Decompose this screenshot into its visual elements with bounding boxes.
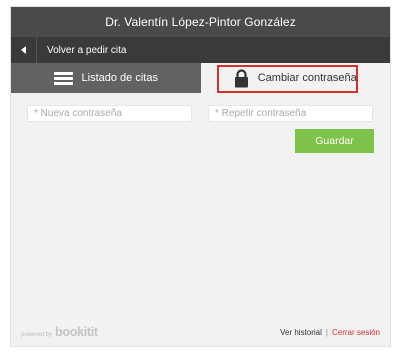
save-button[interactable]: Guardar [295, 129, 374, 153]
logout-link[interactable]: Cerrar sesión [332, 328, 380, 337]
powered-by-logo: powered by bookitit [21, 325, 98, 339]
footer: powered by bookitit Ver historial | Cerr… [11, 318, 390, 346]
lock-icon [234, 68, 248, 87]
back-nav-bar[interactable]: Volver a pedir cita [11, 37, 390, 63]
tab-label: Cambiar contraseña [257, 72, 357, 84]
brand-logo: bookitit [55, 325, 98, 339]
header-bar: Dr. Valentín López-Pintor González [11, 7, 390, 37]
footer-links: Ver historial | Cerrar sesión [280, 328, 380, 337]
change-password-form: * Nueva contraseña * Repetir contraseña … [11, 93, 390, 263]
back-link[interactable]: Volver a pedir cita [37, 45, 127, 56]
tab-change-password[interactable]: Cambiar contraseña [200, 63, 390, 93]
link-separator: | [325, 327, 328, 337]
tab-label: Listado de citas [81, 72, 158, 84]
powered-by-text: powered by [21, 332, 53, 338]
page-title: Dr. Valentín López-Pintor González [105, 15, 296, 29]
tab-bar: Listado de citas Cambiar contraseña [11, 63, 390, 93]
repeat-password-field[interactable]: * Repetir contraseña [208, 105, 373, 122]
tab-appointments-list[interactable]: Listado de citas [11, 63, 201, 93]
app-window: Dr. Valentín López-Pintor González Volve… [10, 6, 391, 347]
back-arrow-icon[interactable] [11, 37, 37, 63]
new-password-field[interactable]: * Nueva contraseña [27, 105, 192, 122]
menu-icon [53, 71, 73, 85]
history-link[interactable]: Ver historial [280, 328, 322, 337]
